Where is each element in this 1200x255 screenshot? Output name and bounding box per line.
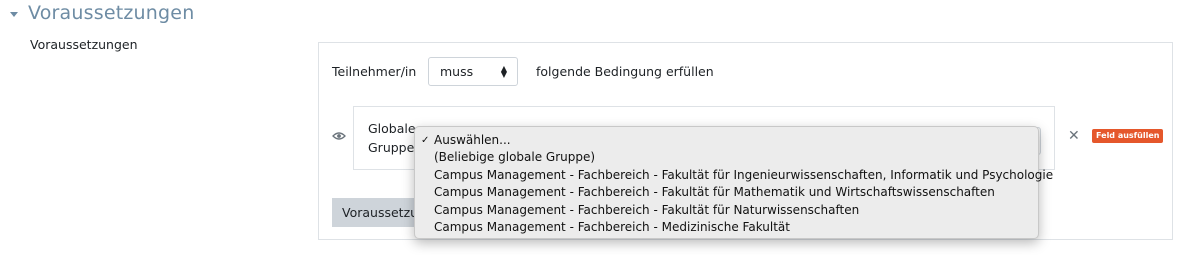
dropdown-option[interactable]: Campus Management - Fachbereich - Fakult… [415,167,1053,184]
required-badge: Feld ausfüllen [1092,129,1164,143]
dropdown-option[interactable]: ✓ Auswählen... [415,132,1038,149]
section-header[interactable]: Voraussetzungen [10,2,194,24]
eye-icon[interactable] [332,131,346,141]
close-icon[interactable]: ✕ [1068,128,1080,144]
dropdown-option[interactable]: Campus Management - Fachbereich - Fakult… [415,202,1038,219]
checkmark-icon: ✓ [421,135,430,146]
must-select-value: muss [440,64,474,79]
section-title[interactable]: Voraussetzungen [28,2,194,24]
dropdown-option[interactable]: Campus Management - Fachbereich - Fakult… [415,184,1038,201]
condition-prefix-label: Teilnehmer/in [332,64,417,79]
dropdown-option[interactable]: (Beliebige globale Gruppe) [415,149,1038,166]
add-restriction-button[interactable]: Voraussetzungen hinzufügen [332,198,422,227]
group-dropdown-list[interactable]: ✓ Auswählen... (Beliebige globale Gruppe… [414,126,1053,239]
select-arrows-icon: ▲ ▼ [500,64,507,79]
global-group-label: Globale Gruppe [368,121,416,155]
must-select[interactable]: muss ▲ ▼ [428,57,518,86]
condition-suffix-label: folgende Bedingung erfüllen [536,64,714,79]
caret-down-icon[interactable] [10,11,18,17]
field-label: Voraussetzungen [30,37,138,52]
dropdown-option[interactable]: Campus Management - Fachbereich - Medizi… [415,219,1038,236]
